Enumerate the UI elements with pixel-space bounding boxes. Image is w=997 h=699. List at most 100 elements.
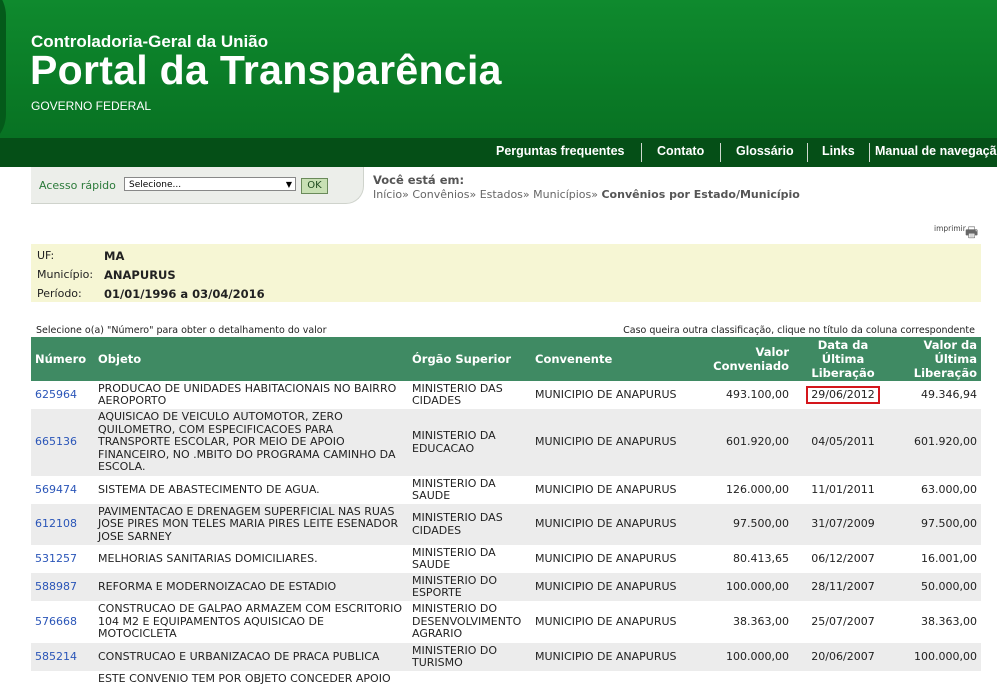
orgao-cell: MINISTERIO DO TURISMO: [408, 643, 531, 671]
convenio-number-link[interactable]: 569474: [31, 476, 94, 504]
col-orgao[interactable]: Órgão Superior: [408, 337, 531, 381]
orgao-cell: MINISTERIO DO DESENVOLVIMENTO AGRARIO: [408, 601, 531, 643]
orgao-cell: MINISTERIO DAS CIDADES: [408, 504, 531, 545]
convenente-cell: MUNICIPIO DE ANAPURUS: [531, 504, 702, 545]
ultima-cell: 16.001,00: [893, 545, 981, 573]
municipio-value: ANAPURUS: [104, 268, 176, 282]
data-cell: [793, 671, 893, 699]
nav-divider: [807, 143, 808, 162]
table-row: 569474 SISTEMA DE ABASTECIMENTO DE AGUA.…: [31, 476, 981, 504]
nav-contato[interactable]: Contato: [657, 138, 704, 167]
convenios-table: Número Objeto Órgão Superior Convenente …: [31, 337, 981, 699]
convenio-number-link[interactable]: 576668: [31, 601, 94, 643]
valor-cell: 126.000,00: [702, 476, 793, 504]
col-valor-ultima-liberacao[interactable]: Valor da Última Liberação: [893, 337, 981, 381]
breadcrumb-title: Você está em:: [373, 173, 465, 187]
objeto-cell: CONSTRUCAO DE GALPAO ARMAZEM COM ESCRITO…: [94, 601, 408, 643]
valor-cell: 97.500,00: [702, 504, 793, 545]
nav-divider: [869, 143, 870, 162]
convenente-cell: MUNICIPIO DE ANAPURUS: [531, 381, 702, 409]
col-numero[interactable]: Número: [31, 337, 94, 381]
col-valor-conveniado[interactable]: Valor Conveniado: [702, 337, 793, 381]
breadcrumb-current: Convênios por Estado/Município: [601, 188, 800, 201]
breadcrumb-convenios[interactable]: Convênios: [412, 188, 469, 201]
nav-manual[interactable]: Manual de navegação: [875, 138, 997, 167]
ultima-cell: 97.500,00: [893, 504, 981, 545]
ultima-cell: 38.363,00: [893, 601, 981, 643]
valor-cell: [702, 671, 793, 699]
data-cell: 20/06/2007: [793, 643, 893, 671]
breadcrumb-inicio[interactable]: Início: [373, 188, 402, 201]
objeto-cell: REFORMA E MODERNOIZACAO DE ESTADIO: [94, 573, 408, 601]
filter-info-box: UF: MA Município: ANAPURUS Período: 01/0…: [31, 244, 981, 302]
select-number-note: Selecione o(a) "Número" para obter o det…: [36, 325, 327, 336]
table-row: 625964 PRODUCAO DE UNIDADES HABITACIONAI…: [31, 381, 981, 409]
quick-access-label: Acesso rápido: [39, 179, 116, 192]
data-cell: 04/05/2011: [793, 409, 893, 476]
valor-cell: 100.000,00: [702, 643, 793, 671]
convenente-cell: MUNICIPIO DE ANAPURUS: [531, 476, 702, 504]
ultima-cell: 63.000,00: [893, 476, 981, 504]
table-row: 588987 REFORMA E MODERNOIZACAO DE ESTADI…: [31, 573, 981, 601]
quick-access-select[interactable]: Selecione... ▼: [124, 177, 296, 191]
convenio-number-link[interactable]: [31, 671, 94, 699]
table-header-row: Número Objeto Órgão Superior Convenente …: [31, 337, 981, 381]
objeto-cell: ESTE CONVENIO TEM POR OBJETO CONCEDER AP…: [94, 671, 408, 699]
ultima-cell: [893, 671, 981, 699]
portal-title[interactable]: Portal da Transparência: [30, 47, 502, 94]
table-row: 585214 CONSTRUCAO E URBANIZACAO DE PRACA…: [31, 643, 981, 671]
convenente-cell: MUNICIPIO DE ANAPURUS: [531, 545, 702, 573]
convenio-number-link[interactable]: 665136: [31, 409, 94, 476]
printer-icon[interactable]: 🖶: [965, 222, 978, 246]
municipio-label: Município:: [37, 268, 94, 281]
table-row: 665136 AQUISICAO DE VEICULO AUTOMOTOR, Z…: [31, 409, 981, 476]
sort-note: Caso queira outra classificação, clique …: [623, 325, 975, 336]
ultima-cell: 601.920,00: [893, 409, 981, 476]
quick-access-ok-button[interactable]: OK: [301, 178, 328, 194]
data-cell: 11/01/2011: [793, 476, 893, 504]
col-convenente[interactable]: Convenente: [531, 337, 702, 381]
data-cell: 29/06/2012: [793, 381, 893, 409]
orgao-cell: MINISTERIO DA EDUCACAO: [408, 409, 531, 476]
objeto-cell: PRODUCAO DE UNIDADES HABITACIONAIS NO BA…: [94, 381, 408, 409]
convenente-cell: MUNICIPIO DE ANAPURUS: [531, 601, 702, 643]
nav-glossario[interactable]: Glossário: [736, 138, 794, 167]
convenente-cell: MUNICIPIO DE ANAPURUS: [531, 409, 702, 476]
convenente-cell: MUNICIPIO DE ANAPURUS: [531, 573, 702, 601]
orgao-cell: MINISTERIO DA SAUDE: [408, 476, 531, 504]
convenio-number-link[interactable]: 585214: [31, 643, 94, 671]
table-row: ESTE CONVENIO TEM POR OBJETO CONCEDER AP…: [31, 671, 981, 699]
header-decoration: [0, 0, 6, 150]
gov-label: GOVERNO FEDERAL: [31, 99, 152, 113]
orgao-cell: [408, 671, 531, 699]
periodo-label: Período:: [37, 287, 82, 300]
top-navbar: Perguntas frequentes Contato Glossário L…: [0, 138, 997, 167]
objeto-cell: AQUISICAO DE VEICULO AUTOMOTOR, ZERO QUI…: [94, 409, 408, 476]
orgao-cell: MINISTERIO DO ESPORTE: [408, 573, 531, 601]
print-link[interactable]: imprimir: [934, 224, 966, 233]
uf-value: MA: [104, 249, 125, 263]
ultima-cell: 100.000,00: [893, 643, 981, 671]
convenio-number-link[interactable]: 612108: [31, 504, 94, 545]
valor-cell: 493.100,00: [702, 381, 793, 409]
table-row: 612108 PAVIMENTACAO E DRENAGEM SUPERFICI…: [31, 504, 981, 545]
col-data-ultima-liberacao[interactable]: Data da Última Liberação: [793, 337, 893, 381]
valor-cell: 38.363,00: [702, 601, 793, 643]
col-objeto[interactable]: Objeto: [94, 337, 408, 381]
breadcrumb-estados[interactable]: Estados: [480, 188, 523, 201]
breadcrumb: Início» Convênios» Estados» Municípios» …: [373, 188, 800, 201]
convenio-number-link[interactable]: 588987: [31, 573, 94, 601]
data-cell: 06/12/2007: [793, 545, 893, 573]
nav-divider: [720, 143, 721, 162]
convenio-number-link[interactable]: 531257: [31, 545, 94, 573]
nav-perguntas[interactable]: Perguntas frequentes: [496, 138, 625, 167]
nav-links[interactable]: Links: [822, 138, 855, 167]
convenio-number-link[interactable]: 625964: [31, 381, 94, 409]
breadcrumb-municipios[interactable]: Municípios: [533, 188, 591, 201]
objeto-cell: PAVIMENTACAO E DRENAGEM SUPERFICIAL NAS …: [94, 504, 408, 545]
table-row: 531257 MELHORIAS SANITARIAS DOMICILIARES…: [31, 545, 981, 573]
quick-access-value: Selecione...: [129, 180, 182, 190]
highlighted-date: 29/06/2012: [806, 385, 880, 405]
periodo-value: 01/01/1996 a 03/04/2016: [104, 287, 265, 301]
dropdown-arrow-icon: ▼: [285, 180, 292, 189]
